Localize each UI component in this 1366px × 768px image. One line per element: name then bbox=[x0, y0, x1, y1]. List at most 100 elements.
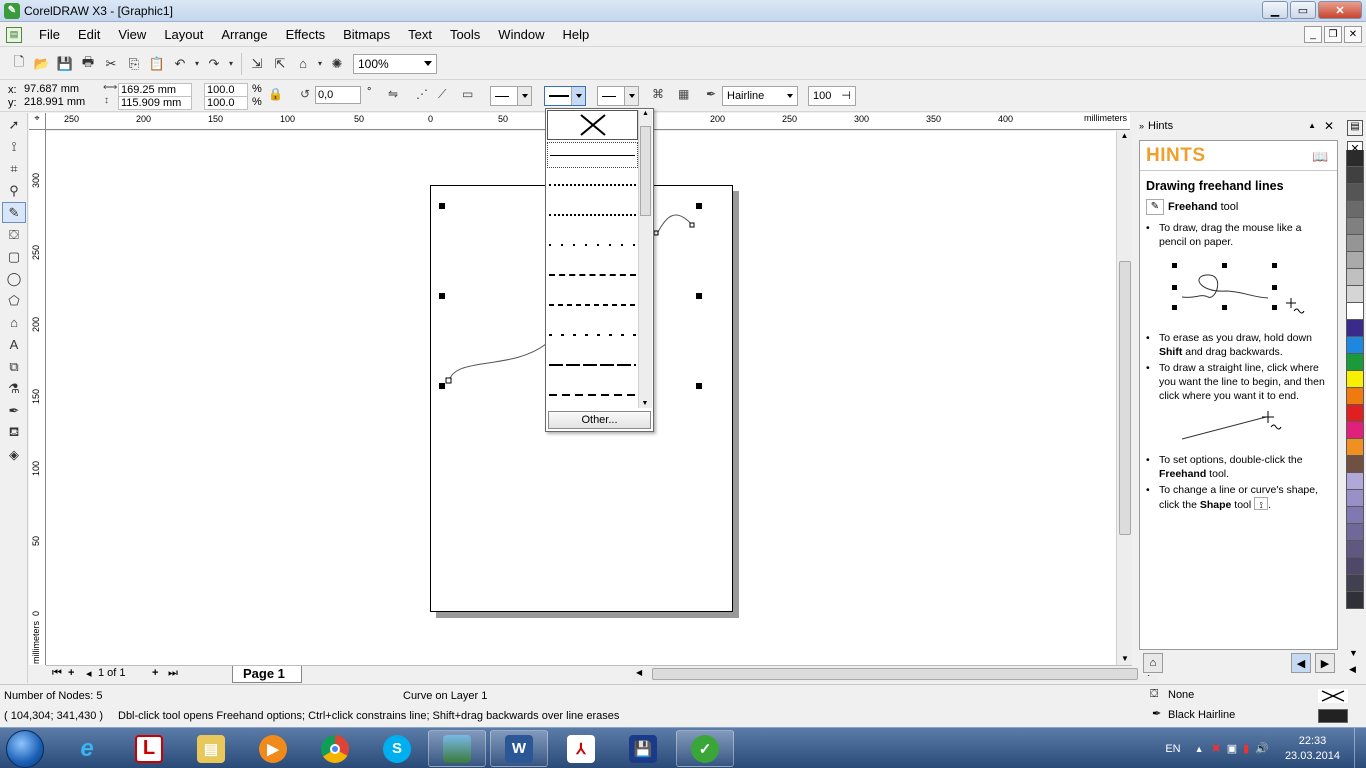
taskbar-photo-viewer[interactable] bbox=[428, 730, 486, 767]
vertical-scroll-thumb[interactable] bbox=[1119, 261, 1131, 535]
outline-width-combo[interactable]: Hairline bbox=[722, 86, 798, 106]
start-arrow-icon[interactable]: ▭ bbox=[462, 87, 473, 101]
save-icon[interactable]: 💾 bbox=[54, 53, 76, 75]
color-swatch[interactable] bbox=[1346, 422, 1364, 439]
basic-shapes-tool-icon[interactable]: ⌂ bbox=[2, 312, 26, 333]
network-warning-icon[interactable]: ✖ bbox=[1212, 742, 1221, 755]
menu-file[interactable]: File bbox=[30, 27, 69, 42]
interactive-blend-tool-icon[interactable]: ⧉ bbox=[2, 356, 26, 377]
cut-icon[interactable]: ✂ bbox=[100, 53, 122, 75]
redo-icon[interactable]: ↷ bbox=[203, 53, 225, 75]
horizontal-scrollbar[interactable]: ◀ ▶ bbox=[632, 667, 1158, 682]
launcher-dropdown-icon[interactable]: ▾ bbox=[315, 53, 325, 75]
rotation-field[interactable]: 0,0 bbox=[315, 86, 361, 104]
wrap-text-icon[interactable]: ⌘ bbox=[652, 87, 664, 101]
taskbar-media-player[interactable]: ▶ bbox=[244, 730, 302, 767]
shape-tool-icon[interactable]: ⟟ bbox=[2, 136, 26, 157]
color-swatch[interactable] bbox=[1346, 439, 1364, 456]
hints-home-icon[interactable]: ⌂ bbox=[1143, 653, 1163, 673]
color-swatch[interactable] bbox=[1346, 218, 1364, 235]
document-icon[interactable]: ▤ bbox=[6, 26, 22, 43]
line-style-selector[interactable] bbox=[544, 86, 586, 106]
line-style-dash-short[interactable] bbox=[547, 260, 638, 290]
add-page-before-icon[interactable]: + bbox=[68, 667, 74, 679]
doc-minimize-button[interactable]: _ bbox=[1304, 26, 1322, 43]
ellipse-tool-icon[interactable]: ◯ bbox=[2, 268, 26, 289]
undo-icon[interactable]: ↶ bbox=[169, 53, 191, 75]
help-book-icon[interactable]: 📖 bbox=[1312, 149, 1329, 165]
hints-back-icon[interactable]: ◀ bbox=[1291, 653, 1311, 673]
color-swatch[interactable] bbox=[1346, 490, 1364, 507]
mirror-icon[interactable]: ⇋ bbox=[388, 87, 398, 101]
selection-handle[interactable] bbox=[439, 383, 445, 389]
color-swatch[interactable] bbox=[1346, 388, 1364, 405]
taskbar-ie[interactable]: e bbox=[58, 730, 116, 767]
outline-color-swatch[interactable] bbox=[1318, 709, 1348, 723]
color-swatch[interactable] bbox=[1346, 252, 1364, 269]
menu-window[interactable]: Window bbox=[489, 27, 553, 42]
line-style-scrollbar[interactable]: ▲ ▼ bbox=[638, 110, 652, 408]
redo-dropdown-icon[interactable]: ▾ bbox=[226, 53, 236, 75]
ruler-origin[interactable]: ⌖ bbox=[29, 113, 46, 130]
x-position-field[interactable]: 97.687 mm bbox=[22, 83, 96, 97]
menu-effects[interactable]: Effects bbox=[277, 27, 335, 42]
menu-help[interactable]: Help bbox=[554, 27, 599, 42]
print-icon[interactable]: 🖶 bbox=[77, 53, 99, 75]
line-style-none[interactable] bbox=[547, 110, 638, 140]
color-swatch[interactable] bbox=[1346, 456, 1364, 473]
scroll-up-icon[interactable]: ▲ bbox=[1117, 131, 1132, 140]
scroll-up-icon[interactable]: ▲ bbox=[639, 110, 652, 117]
taskbar-save-app[interactable]: 💾 bbox=[614, 730, 672, 767]
color-swatch[interactable] bbox=[1346, 235, 1364, 252]
prev-page-icon[interactable]: ◂ bbox=[86, 667, 92, 680]
freehand-tool-icon[interactable]: ✎ bbox=[2, 202, 26, 223]
color-palette-options-icon[interactable]: ▤ bbox=[1347, 120, 1363, 136]
hints-forward-icon[interactable]: ▶ bbox=[1315, 653, 1335, 673]
export-icon[interactable]: ⇱ bbox=[269, 53, 291, 75]
selection-handle[interactable] bbox=[696, 383, 702, 389]
selection-handle[interactable] bbox=[696, 203, 702, 209]
doc-close-button[interactable]: ✕ bbox=[1344, 26, 1362, 43]
vertical-ruler[interactable]: 300 250 200 150 100 50 0 millimeters bbox=[29, 130, 46, 665]
outline-tool-icon[interactable]: ✒ bbox=[2, 400, 26, 421]
text-tool-icon[interactable]: A bbox=[2, 334, 26, 355]
tab-page-1[interactable]: Page 1 bbox=[232, 666, 302, 683]
color-swatch[interactable] bbox=[1346, 150, 1364, 167]
color-swatch[interactable] bbox=[1346, 303, 1364, 320]
line-style-dash-long[interactable] bbox=[547, 350, 638, 380]
doc-restore-button[interactable]: ❐ bbox=[1324, 26, 1342, 43]
show-desktop-button[interactable] bbox=[1354, 728, 1366, 768]
color-swatch[interactable] bbox=[1346, 541, 1364, 558]
volume-icon[interactable]: 🔊 bbox=[1255, 742, 1269, 755]
clock[interactable]: 22:33 23.03.2014 bbox=[1285, 734, 1340, 764]
color-swatch[interactable] bbox=[1346, 269, 1364, 286]
collapse-icon[interactable]: ▲ bbox=[1308, 121, 1316, 130]
menu-view[interactable]: View bbox=[109, 27, 155, 42]
lock-ratio-icon[interactable]: 🔒 bbox=[268, 87, 283, 101]
scroll-down-icon[interactable]: ▼ bbox=[639, 400, 651, 407]
line-style-dash-medium[interactable] bbox=[547, 290, 638, 320]
selection-handle[interactable] bbox=[439, 203, 445, 209]
interactive-fill-tool-icon[interactable]: ◈ bbox=[2, 444, 26, 465]
menu-text[interactable]: Text bbox=[399, 27, 441, 42]
menu-arrange[interactable]: Arrange bbox=[212, 27, 276, 42]
color-swatch[interactable] bbox=[1346, 575, 1364, 592]
selection-handle[interactable] bbox=[696, 293, 702, 299]
color-swatch[interactable] bbox=[1346, 337, 1364, 354]
slider-icon[interactable]: ⊣ bbox=[841, 89, 851, 102]
open-icon[interactable]: 📂 bbox=[31, 53, 53, 75]
menu-tools[interactable]: Tools bbox=[441, 27, 489, 42]
add-page-after-icon[interactable]: + bbox=[152, 667, 158, 679]
pick-tool-icon[interactable]: ➚ bbox=[2, 114, 26, 135]
fill-tool-icon[interactable]: ⛾ bbox=[2, 422, 26, 443]
palette-expand-icon[interactable]: ◀ bbox=[1349, 664, 1356, 675]
corel-online-icon[interactable]: ✺ bbox=[326, 53, 348, 75]
polygon-tool-icon[interactable]: ⬠ bbox=[2, 290, 26, 311]
scale-y-field[interactable]: 100.0 bbox=[204, 96, 248, 110]
taskbar-chrome[interactable] bbox=[306, 730, 364, 767]
scroll-down-icon[interactable]: ▼ bbox=[1117, 654, 1133, 663]
line-style-dot-wide[interactable] bbox=[547, 230, 638, 260]
vertical-scrollbar[interactable]: ▲ ▼ bbox=[1116, 131, 1132, 665]
application-launcher-icon[interactable]: ⌂ bbox=[292, 53, 314, 75]
zoom-level-combo[interactable]: 100% bbox=[353, 53, 437, 74]
